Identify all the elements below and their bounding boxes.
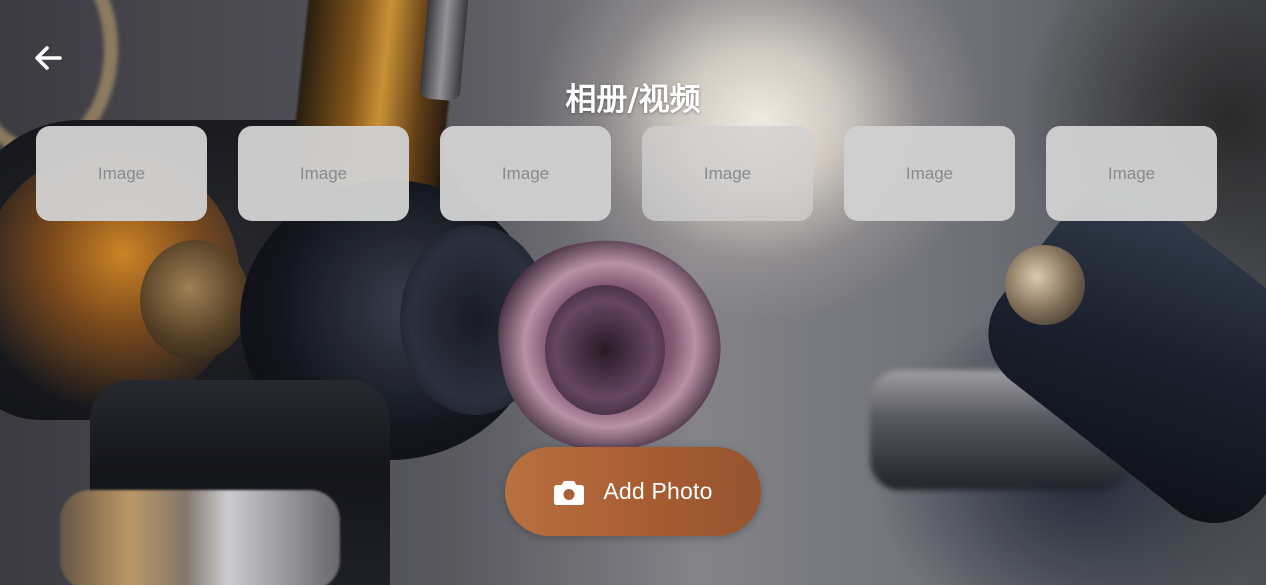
page-title: 相册/视频 bbox=[565, 82, 701, 118]
add-photo-button[interactable]: Add Photo bbox=[505, 447, 761, 536]
thumbnail-image[interactable]: Image bbox=[440, 126, 611, 221]
thumbnail-image[interactable]: Image bbox=[36, 126, 207, 221]
thumbnail-row: Image Image Image Image Image Image bbox=[36, 126, 1217, 221]
album-screen: 相册/视频 Image Image Image Image Image Imag… bbox=[0, 0, 1266, 585]
arrow-left-icon bbox=[35, 46, 62, 70]
camera-icon bbox=[554, 480, 585, 505]
back-button[interactable] bbox=[28, 40, 68, 76]
thumbnail-image[interactable]: Image bbox=[642, 126, 813, 221]
thumbnail-image[interactable]: Image bbox=[1046, 126, 1217, 221]
thumbnail-image[interactable]: Image bbox=[844, 126, 1015, 221]
add-photo-label: Add Photo bbox=[603, 478, 713, 504]
thumbnail-image[interactable]: Image bbox=[238, 126, 409, 221]
